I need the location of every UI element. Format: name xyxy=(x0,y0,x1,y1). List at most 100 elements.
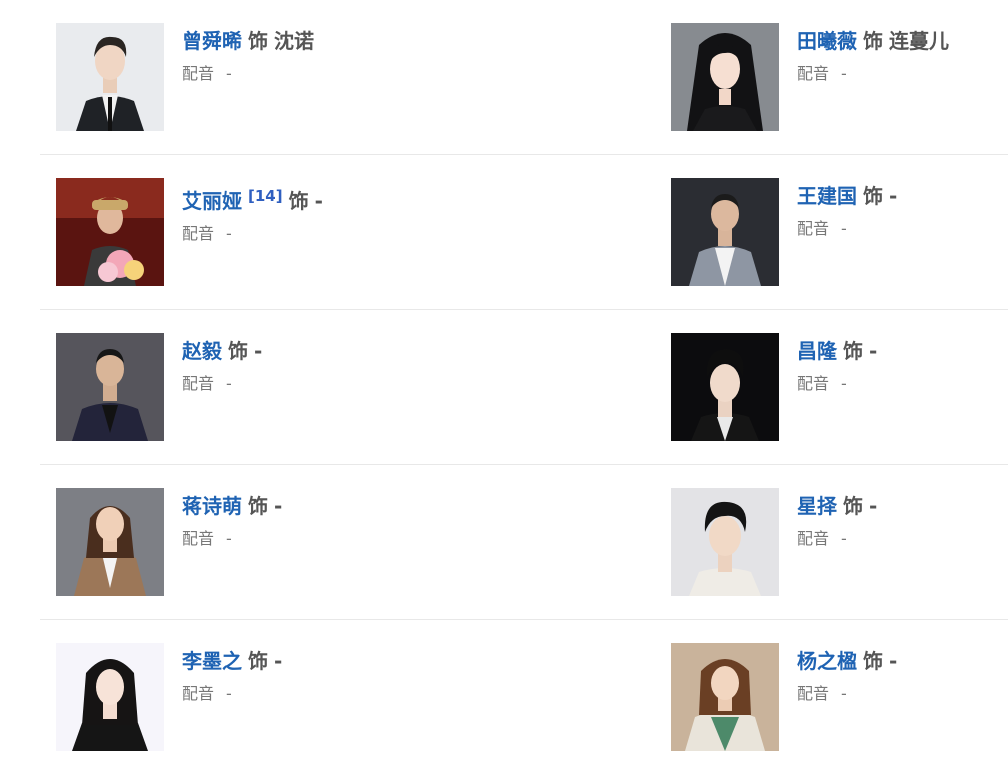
name-line: 赵毅饰 - xyxy=(182,337,262,365)
actor-photo[interactable] xyxy=(671,23,779,131)
voice-line: 配音 - xyxy=(182,683,282,705)
actor-name-link[interactable]: 艾丽娅 xyxy=(182,189,242,213)
role-word: 饰 xyxy=(288,189,309,213)
cast-info: 蒋诗萌饰 - 配音 - xyxy=(182,492,282,550)
actor-photo[interactable] xyxy=(671,488,779,596)
role-name: - xyxy=(254,339,263,363)
voice-line: 配音 - xyxy=(182,528,282,550)
cast-info: 昌隆饰 - 配音 - xyxy=(797,337,877,395)
name-line: 昌隆饰 - xyxy=(797,337,877,365)
voice-label: 配音 xyxy=(182,374,215,393)
actor-name-link[interactable]: 田曦薇 xyxy=(797,29,857,53)
actor-portrait-icon xyxy=(56,23,164,131)
role-name: - xyxy=(889,649,898,673)
voice-value: - xyxy=(841,219,847,238)
role-word: 饰 xyxy=(863,29,883,53)
name-line: 田曦薇饰连蔓儿 xyxy=(797,27,949,55)
actor-portrait-icon xyxy=(671,333,779,441)
voice-value: - xyxy=(226,529,232,548)
actor-portrait-icon xyxy=(671,23,779,131)
voice-line: 配音 - xyxy=(797,63,949,85)
role-name: - xyxy=(889,184,898,208)
actor-name-link[interactable]: 王建国 xyxy=(797,184,857,208)
voice-value: - xyxy=(841,374,847,393)
voice-line: 配音 - xyxy=(182,223,323,245)
actor-portrait-icon xyxy=(671,643,779,751)
voice-label: 配音 xyxy=(797,219,830,238)
reference-link[interactable]: [14] xyxy=(248,187,283,205)
role-word: 饰 xyxy=(248,649,268,673)
voice-label: 配音 xyxy=(182,224,215,243)
voice-value: - xyxy=(841,529,847,548)
cast-info: 杨之楹饰 - 配音 - xyxy=(797,647,897,705)
cast-row: 曾舜晞饰沈诺 配音 - 田曦薇饰连蔓儿 配音 - xyxy=(40,0,1008,155)
actor-portrait-icon xyxy=(56,643,164,751)
cast-info: 曾舜晞饰沈诺 配音 - xyxy=(182,27,314,85)
actor-name-link[interactable]: 蒋诗萌 xyxy=(182,494,242,518)
voice-label: 配音 xyxy=(797,529,830,548)
role-word: 饰 xyxy=(228,339,248,363)
actor-photo[interactable] xyxy=(56,23,164,131)
role-word: 饰 xyxy=(248,494,268,518)
actor-portrait-icon xyxy=(56,488,164,596)
actor-photo[interactable] xyxy=(56,643,164,751)
role-word: 饰 xyxy=(863,649,883,673)
actor-portrait-icon xyxy=(671,178,779,286)
voice-value: - xyxy=(841,64,847,83)
cast-info: 星择饰 - 配音 - xyxy=(797,492,877,550)
actor-photo[interactable] xyxy=(671,333,779,441)
name-line: 李墨之饰 - xyxy=(182,647,282,675)
role-name: - xyxy=(274,649,283,673)
voice-label: 配音 xyxy=(797,64,830,83)
name-line: 艾丽娅 [14] 饰 - xyxy=(182,182,323,215)
voice-label: 配音 xyxy=(797,684,830,703)
voice-line: 配音 - xyxy=(182,63,314,85)
cast-info: 李墨之饰 - 配音 - xyxy=(182,647,282,705)
actor-portrait-icon xyxy=(671,488,779,596)
actor-name-link[interactable]: 曾舜晞 xyxy=(182,29,242,53)
actor-photo[interactable] xyxy=(671,643,779,751)
role-word: 饰 xyxy=(843,494,863,518)
role-word: 饰 xyxy=(863,184,883,208)
actor-name-link[interactable]: 李墨之 xyxy=(182,649,242,673)
actor-portrait-icon xyxy=(56,333,164,441)
name-line: 曾舜晞饰沈诺 xyxy=(182,27,314,55)
voice-value: - xyxy=(226,374,232,393)
role-name: 沈诺 xyxy=(274,29,314,53)
name-line: 王建国饰 - xyxy=(797,182,897,210)
voice-value: - xyxy=(226,64,232,83)
role-name: - xyxy=(869,494,878,518)
actor-photo[interactable] xyxy=(671,178,779,286)
voice-value: - xyxy=(226,224,232,243)
voice-label: 配音 xyxy=(182,529,215,548)
role-word: 饰 xyxy=(248,29,268,53)
cast-info: 田曦薇饰连蔓儿 配音 - xyxy=(797,27,949,85)
voice-line: 配音 - xyxy=(797,373,877,395)
actor-photo[interactable] xyxy=(56,488,164,596)
voice-label: 配音 xyxy=(797,374,830,393)
voice-line: 配音 - xyxy=(797,528,877,550)
cast-info: 王建国饰 - 配音 - xyxy=(797,182,897,240)
cast-row: 李墨之饰 - 配音 - 杨之楹饰 - 配音 - xyxy=(40,620,1008,780)
actor-name-link[interactable]: 昌隆 xyxy=(797,339,837,363)
cast-row: 艾丽娅 [14] 饰 - 配音 - 王建国饰 - 配音 - xyxy=(40,155,1008,310)
role-name: 连蔓儿 xyxy=(889,29,949,53)
role-name: - xyxy=(869,339,878,363)
cast-list: 曾舜晞饰沈诺 配音 - 田曦薇饰连蔓儿 配音 - 艾丽娅 [14] 饰 - 配音… xyxy=(40,0,1008,780)
role-name: - xyxy=(274,494,283,518)
actor-name-link[interactable]: 杨之楹 xyxy=(797,649,857,673)
actor-name-link[interactable]: 星择 xyxy=(797,494,837,518)
role-name: - xyxy=(314,189,323,213)
voice-line: 配音 - xyxy=(182,373,262,395)
actor-portrait-icon xyxy=(56,178,164,286)
actor-photo[interactable] xyxy=(56,178,164,286)
name-line: 杨之楹饰 - xyxy=(797,647,897,675)
cast-info: 艾丽娅 [14] 饰 - 配音 - xyxy=(182,182,323,245)
voice-value: - xyxy=(841,684,847,703)
voice-label: 配音 xyxy=(182,64,215,83)
voice-line: 配音 - xyxy=(797,218,897,240)
voice-label: 配音 xyxy=(182,684,215,703)
actor-photo[interactable] xyxy=(56,333,164,441)
cast-info: 赵毅饰 - 配音 - xyxy=(182,337,262,395)
actor-name-link[interactable]: 赵毅 xyxy=(182,339,222,363)
